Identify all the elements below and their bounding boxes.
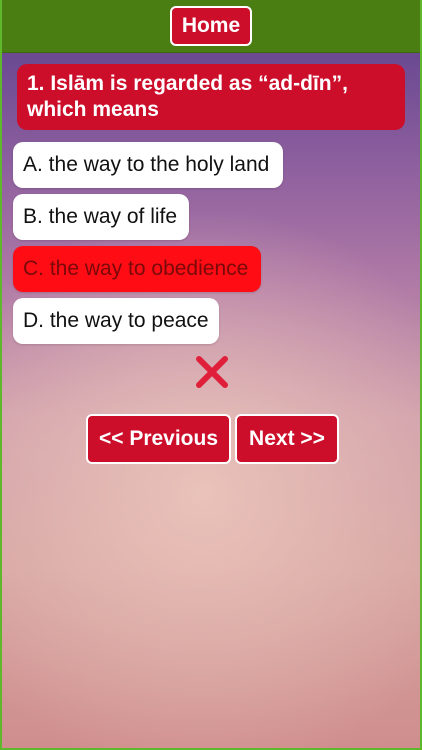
option-c[interactable]: C. the way to obedience — [13, 246, 261, 292]
option-b-label: B. the way of life — [23, 205, 178, 228]
previous-button[interactable]: << Previous — [86, 414, 231, 464]
option-b[interactable]: B. the way of life — [13, 194, 189, 240]
home-button[interactable]: Home — [170, 6, 252, 46]
quiz-screen: Home 1. Islām is regarded as “ad-dīn”, w… — [0, 0, 422, 750]
question-text: 1. Islām is regarded as “ad-dīn”, which … — [17, 64, 405, 130]
option-d[interactable]: D. the way to peace — [13, 298, 219, 344]
next-button[interactable]: Next >> — [235, 414, 339, 464]
option-a-label: A. the way to the holy land — [23, 153, 270, 176]
option-c-label: C. the way to obedience — [23, 257, 249, 280]
top-bar: Home — [2, 0, 420, 53]
wrong-answer-icon — [196, 356, 228, 388]
option-d-label: D. the way to peace — [23, 309, 209, 332]
option-a[interactable]: A. the way to the holy land — [13, 142, 283, 188]
